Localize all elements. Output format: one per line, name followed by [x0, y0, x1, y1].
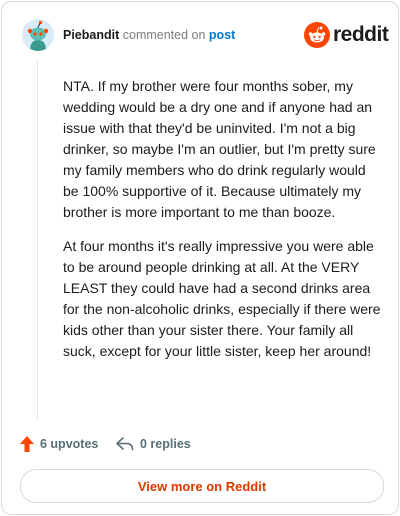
commented-on-text: commented on [122, 28, 206, 42]
snoo-avatar-icon[interactable] [22, 19, 54, 51]
byline: Piebandit commented on post [63, 28, 235, 42]
reddit-logo-icon [304, 22, 330, 48]
comment-header: Piebandit commented on post reddit [22, 19, 389, 53]
upvotes-count: 6 upvotes [40, 437, 99, 451]
comment-body: NTA. If my brother were four months sobe… [63, 76, 385, 375]
comment-actions: 6 upvotes 0 replies [20, 434, 380, 454]
reddit-logo[interactable]: reddit [304, 22, 389, 48]
upvotes-button[interactable]: 6 upvotes [20, 434, 98, 454]
comment-paragraph: NTA. If my brother were four months sobe… [63, 78, 376, 220]
reply-arrow-icon [116, 437, 134, 451]
comment-embed-card: Piebandit commented on post reddit NTA. … [1, 1, 399, 515]
upvote-arrow-icon [20, 436, 34, 452]
replies-count: 0 replies [140, 437, 191, 451]
username-link[interactable]: Piebandit [63, 28, 119, 42]
replies-button[interactable]: 0 replies [116, 434, 191, 454]
comment-paragraph: At four months it's really impressive yo… [63, 238, 381, 359]
post-link[interactable]: post [209, 28, 235, 42]
thread-line [37, 60, 38, 420]
view-more-on-reddit-button[interactable]: View more on Reddit [20, 469, 384, 503]
reddit-wordmark: reddit [333, 23, 389, 46]
